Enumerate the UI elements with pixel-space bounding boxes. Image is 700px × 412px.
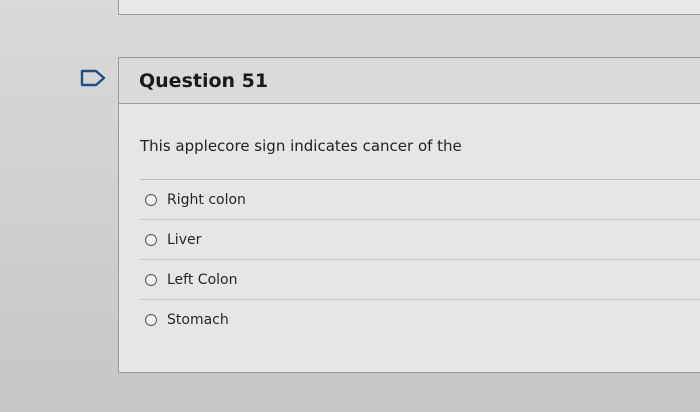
- answer-label: Stomach: [167, 312, 229, 328]
- answer-option-left-colon[interactable]: Left Colon: [140, 260, 700, 300]
- answer-list: Right colon Liver Left Colon Stomach: [140, 179, 700, 340]
- radio-button[interactable]: [145, 233, 157, 246]
- question-title: Question 51: [139, 69, 269, 92]
- previous-question-card: [118, 0, 700, 15]
- question-header: Question 51: [119, 58, 700, 104]
- radio-button[interactable]: [145, 273, 157, 286]
- radio-button[interactable]: [145, 314, 157, 326]
- question-body: This applecore sign indicates cancer of …: [119, 104, 700, 340]
- radio-button[interactable]: [145, 193, 157, 206]
- answer-label: Left Colon: [167, 271, 238, 288]
- question-card: Question 51 This applecore sign indicate…: [118, 57, 700, 373]
- answer-option-liver[interactable]: Liver: [140, 220, 700, 260]
- answer-label: Right colon: [167, 191, 246, 208]
- question-text: This applecore sign indicates cancer of …: [140, 137, 462, 155]
- answer-option-right-colon[interactable]: Right colon: [140, 180, 700, 220]
- flag-icon[interactable]: [79, 68, 109, 88]
- answer-label: Liver: [167, 231, 202, 248]
- answer-option-stomach[interactable]: Stomach: [140, 300, 700, 340]
